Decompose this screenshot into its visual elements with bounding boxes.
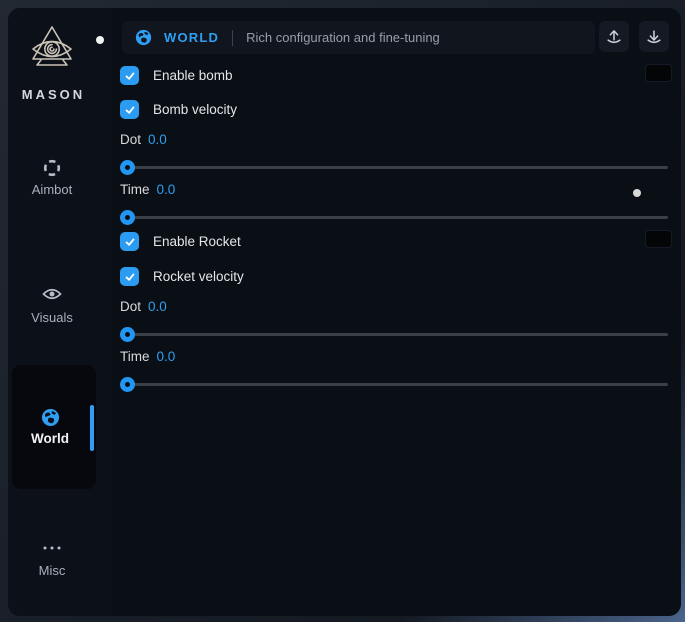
slider-handle[interactable] bbox=[120, 327, 135, 342]
upload-icon bbox=[605, 28, 623, 46]
slider-track[interactable] bbox=[120, 166, 668, 169]
eye-pyramid-icon bbox=[28, 24, 76, 78]
slider-track[interactable] bbox=[120, 383, 668, 386]
app-logo: MASON bbox=[8, 24, 96, 102]
slider-label: Time0.0 bbox=[120, 182, 668, 198]
header-divider bbox=[232, 30, 233, 46]
checkbox-label: Rocket velocity bbox=[153, 269, 244, 284]
checkbox-label: Enable Rocket bbox=[153, 234, 241, 249]
slider-track[interactable] bbox=[120, 216, 668, 219]
sidebar-item-world[interactable]: World bbox=[12, 365, 96, 489]
slider-label: Dot0.0 bbox=[120, 299, 668, 315]
sidebar-item-label: Visuals bbox=[8, 310, 96, 325]
slider-label: Time0.0 bbox=[120, 349, 668, 365]
sidebar-item-misc[interactable]: Misc bbox=[8, 536, 96, 578]
mason-window: MASON Aimbot Visuals bbox=[8, 8, 681, 616]
rocket-velocity-checkbox[interactable] bbox=[120, 267, 139, 286]
slider-value: 0.0 bbox=[157, 182, 176, 197]
sidebar-item-label: World bbox=[12, 431, 88, 446]
bomb-dot-slider-group: Dot0.0 bbox=[120, 132, 668, 181]
sidebar-item-aimbot[interactable]: Aimbot bbox=[8, 158, 96, 197]
rocket-velocity-row: Rocket velocity bbox=[120, 267, 244, 286]
cursor-dot bbox=[633, 189, 641, 197]
sidebar-item-visuals[interactable]: Visuals bbox=[8, 284, 96, 325]
check-icon bbox=[124, 236, 136, 248]
rocket-dot-slider-group: Dot0.0 bbox=[120, 299, 668, 348]
check-icon bbox=[124, 70, 136, 82]
check-icon bbox=[124, 271, 136, 283]
sidebar: MASON Aimbot Visuals bbox=[8, 8, 112, 616]
bomb-time-slider[interactable] bbox=[120, 203, 668, 231]
slider-handle[interactable] bbox=[120, 377, 135, 392]
bomb-velocity-row: Bomb velocity bbox=[120, 100, 237, 119]
page-title: WORLD bbox=[164, 30, 219, 45]
slider-track[interactable] bbox=[120, 333, 668, 336]
rocket-time-slider-group: Time0.0 bbox=[120, 349, 668, 398]
slider-value: 0.0 bbox=[148, 299, 167, 314]
slider-value: 0.0 bbox=[157, 349, 176, 364]
slider-value: 0.0 bbox=[148, 132, 167, 147]
checkbox-label: Bomb velocity bbox=[153, 102, 237, 117]
globe-icon bbox=[135, 29, 152, 46]
cursor-dot bbox=[96, 36, 104, 44]
check-icon bbox=[124, 104, 136, 116]
enable-bomb-checkbox[interactable] bbox=[120, 66, 139, 85]
slider-handle[interactable] bbox=[120, 160, 135, 175]
logo-text: MASON bbox=[8, 87, 96, 102]
bomb-color-swatch[interactable] bbox=[645, 64, 672, 82]
enable-bomb-row: Enable bomb bbox=[120, 66, 233, 85]
slider-label: Dot0.0 bbox=[120, 132, 668, 148]
eye-icon bbox=[8, 286, 96, 306]
rocket-color-swatch[interactable] bbox=[645, 230, 672, 248]
download-config-button[interactable] bbox=[639, 21, 669, 52]
page-header: WORLD Rich configuration and fine-tuning bbox=[122, 21, 595, 54]
checkbox-label: Enable bomb bbox=[153, 68, 233, 83]
enable-rocket-checkbox[interactable] bbox=[120, 232, 139, 251]
slider-handle[interactable] bbox=[120, 210, 135, 225]
enable-rocket-row: Enable Rocket bbox=[120, 232, 241, 251]
crosshair-icon bbox=[8, 158, 96, 178]
active-tab-indicator bbox=[90, 405, 94, 451]
rocket-dot-slider[interactable] bbox=[120, 320, 668, 348]
desktop: { "app": { "name": "MASON" }, "colors": … bbox=[0, 0, 685, 622]
sidebar-item-label: Aimbot bbox=[8, 182, 96, 197]
upload-config-button[interactable] bbox=[599, 21, 629, 52]
bomb-time-slider-group: Time0.0 bbox=[120, 182, 668, 231]
page-subtitle: Rich configuration and fine-tuning bbox=[246, 30, 440, 45]
bomb-dot-slider[interactable] bbox=[120, 153, 668, 181]
bomb-velocity-checkbox[interactable] bbox=[120, 100, 139, 119]
rocket-time-slider[interactable] bbox=[120, 370, 668, 398]
globe-icon bbox=[12, 408, 88, 427]
download-icon bbox=[645, 28, 663, 46]
sidebar-item-label: Misc bbox=[8, 563, 96, 578]
ellipsis-icon bbox=[8, 539, 96, 559]
